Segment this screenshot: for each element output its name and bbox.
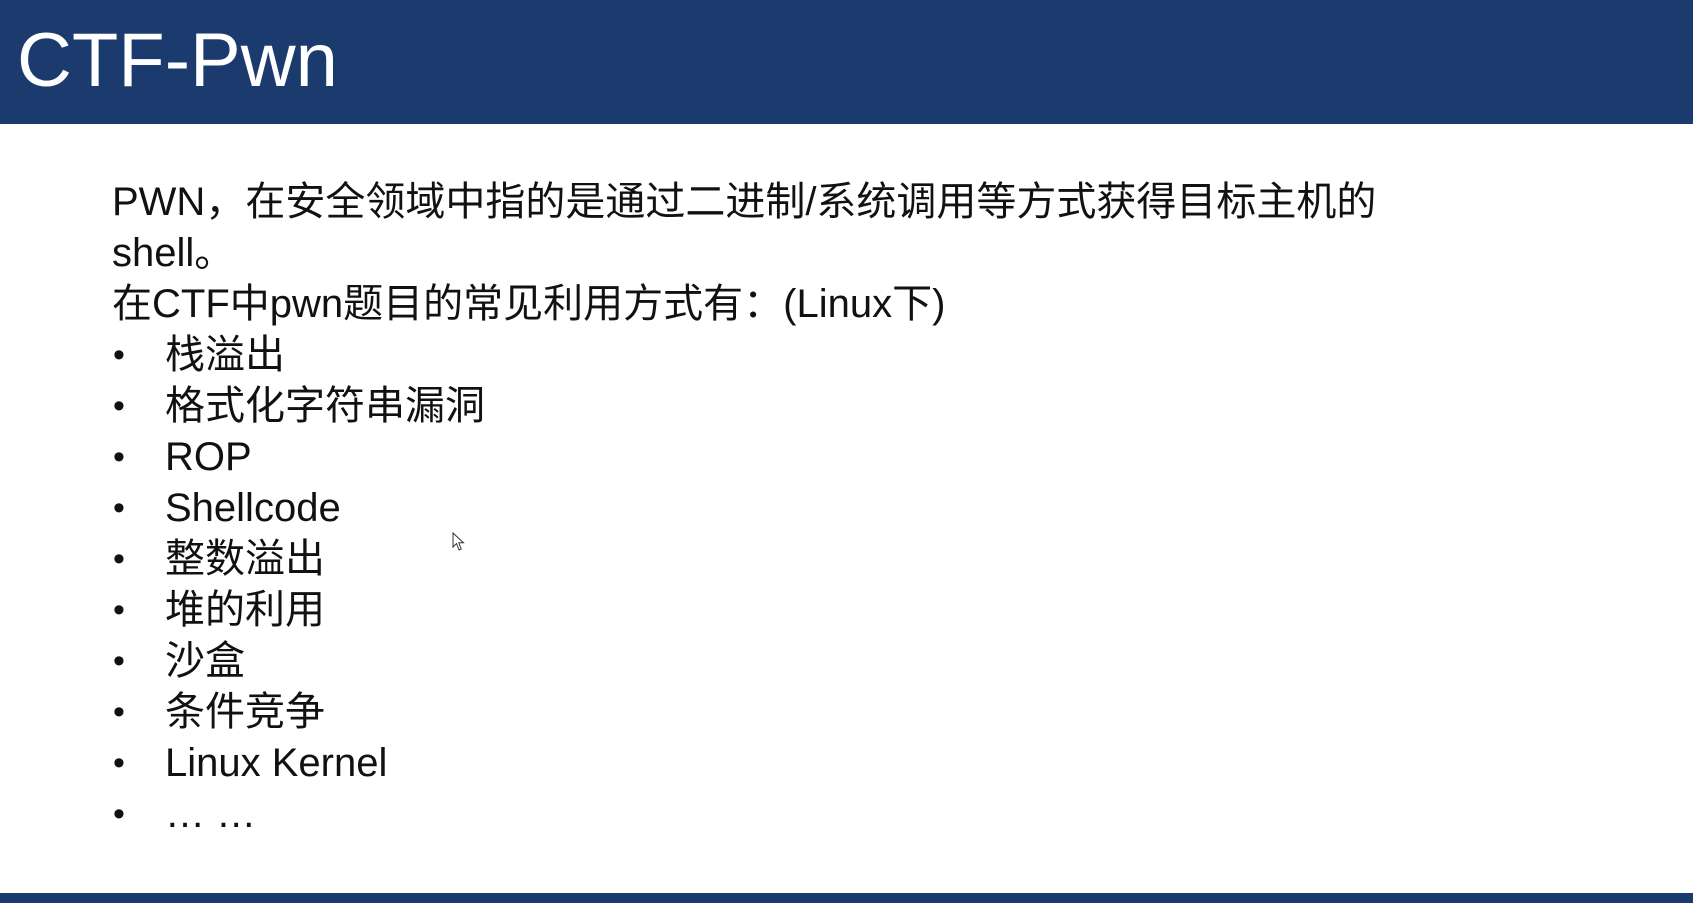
list-item-text: 条件竞争 xyxy=(165,690,325,734)
presentation-slide: CTF-Pwn PWN，在安全领域中指的是通过二进制/系统调用等方式获得目标主机… xyxy=(0,0,1693,903)
bullet-icon: • xyxy=(113,693,125,731)
bullet-icon: • xyxy=(113,642,125,680)
list-item-text: 格式化字符串漏洞 xyxy=(165,384,485,428)
bullet-icon: • xyxy=(113,489,125,527)
bullet-icon: • xyxy=(113,744,125,782)
subheading-text: 在CTF中pwn题目的常见利用方式有：(Linux下) xyxy=(112,282,946,326)
list-item: • Shellcode xyxy=(112,483,1572,534)
list-item-text: ROP xyxy=(165,435,252,479)
bullet-icon: • xyxy=(113,540,125,578)
list-item-text: 整数溢出 xyxy=(165,537,325,581)
list-item-text: 堆的利用 xyxy=(165,588,325,632)
mouse-pointer-icon xyxy=(452,532,465,551)
intro-text: PWN，在安全领域中指的是通过二进制/系统调用等方式获得目标主机的shell。 xyxy=(112,180,1377,275)
list-item: • 沙盒 xyxy=(112,636,1572,687)
slide-title: CTF-Pwn xyxy=(17,18,338,103)
list-item: • 栈溢出 xyxy=(112,330,1572,381)
bullet-icon: • xyxy=(113,438,125,476)
bullet-icon: • xyxy=(113,387,125,425)
list-item: • 整数溢出 xyxy=(112,534,1572,585)
list-item-text: Shellcode xyxy=(165,486,341,530)
title-bar: CTF-Pwn xyxy=(0,0,1693,124)
list-item-text: 栈溢出 xyxy=(165,333,285,377)
list-item: • 堆的利用 xyxy=(112,585,1572,636)
list-item-text: … … xyxy=(165,792,257,836)
slide-content: PWN，在安全领域中指的是通过二进制/系统调用等方式获得目标主机的shell。 … xyxy=(112,177,1572,840)
list-item: • 格式化字符串漏洞 xyxy=(112,381,1572,432)
bullet-icon: • xyxy=(113,795,125,833)
bullet-list: • 栈溢出 • 格式化字符串漏洞 • ROP • Shellcode • 整数溢… xyxy=(112,330,1572,840)
bullet-icon: • xyxy=(113,336,125,374)
bullet-icon: • xyxy=(113,591,125,629)
list-item: • … … xyxy=(112,789,1572,840)
bottom-bar xyxy=(0,893,1693,903)
list-item-text: 沙盒 xyxy=(165,639,245,683)
list-item: • ROP xyxy=(112,432,1572,483)
list-item: • 条件竞争 xyxy=(112,687,1572,738)
list-item-text: Linux Kernel xyxy=(165,741,388,785)
list-item: • Linux Kernel xyxy=(112,738,1572,789)
